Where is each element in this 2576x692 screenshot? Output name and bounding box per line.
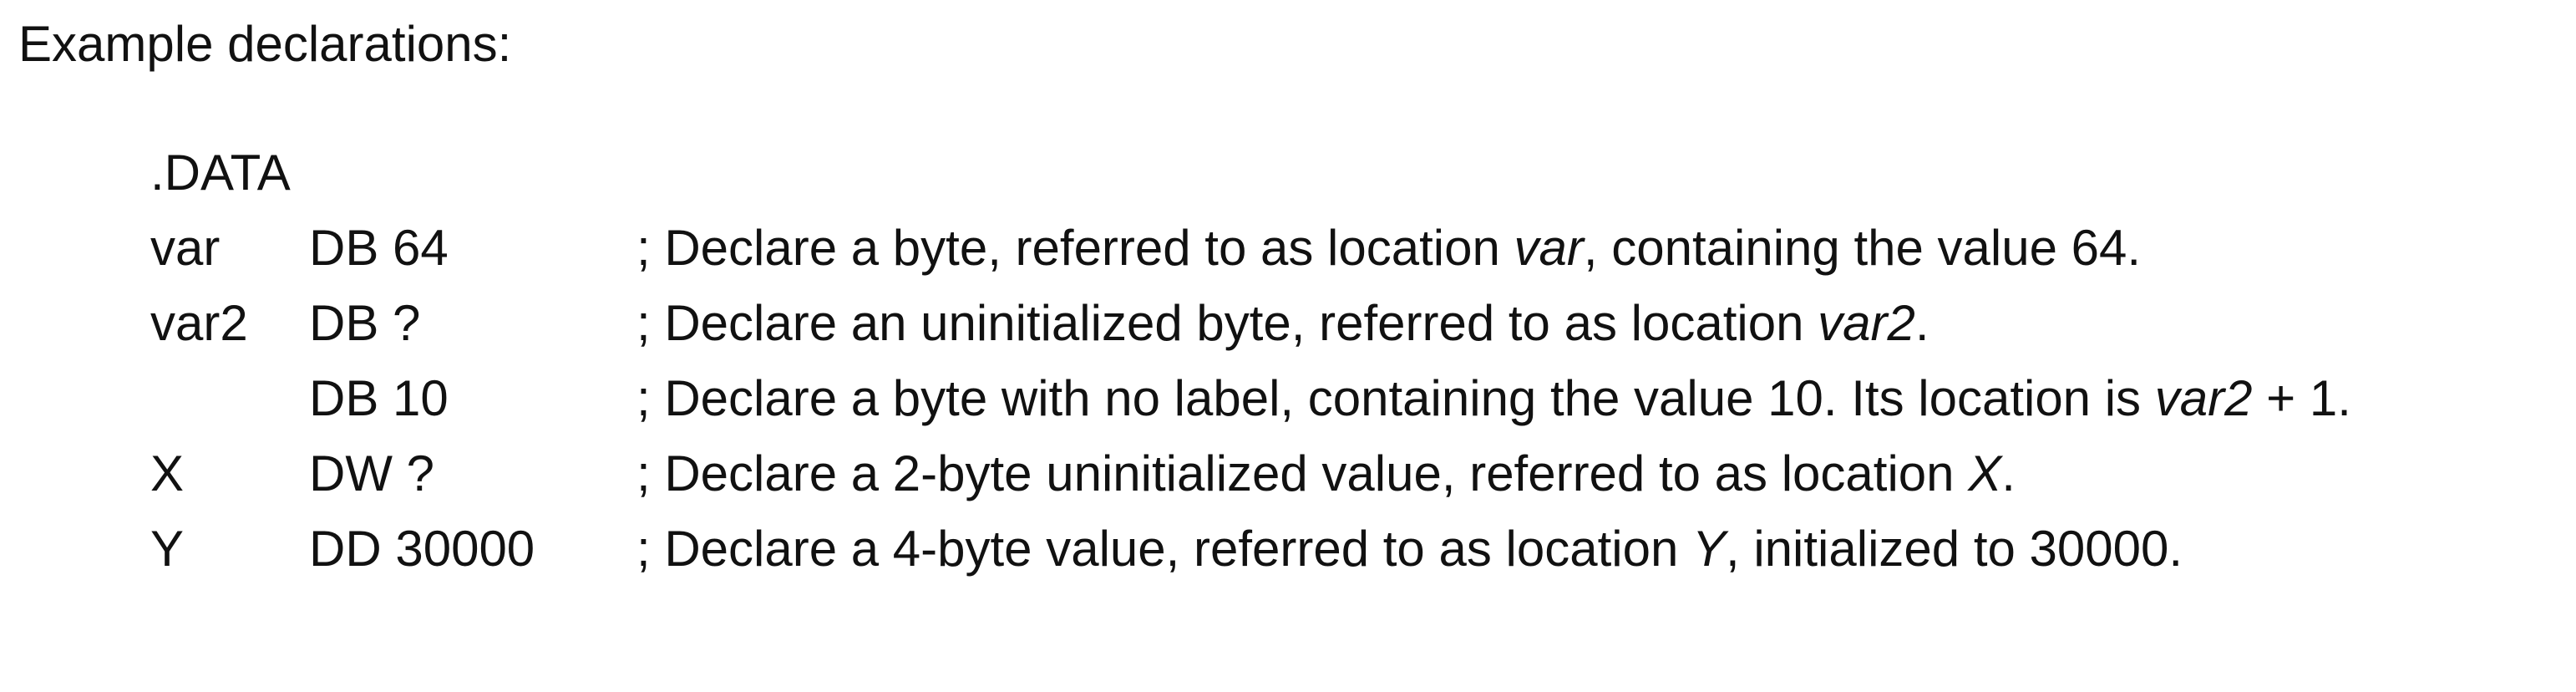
declaration-label: var2 bbox=[150, 295, 248, 351]
declaration-directive: DW ? bbox=[309, 445, 434, 501]
comment-text: , initialized to 30000. bbox=[1726, 521, 2183, 577]
comment-text: . bbox=[1914, 295, 1929, 351]
declaration-comment: ; Declare a 2-byte uninitialized value, … bbox=[636, 436, 2523, 511]
declarations-table: var DB 64 ; Declare a byte, referred to … bbox=[150, 211, 2523, 587]
comment-text: ; Declare a byte with no label, containi… bbox=[636, 370, 2155, 426]
section-heading: Example declarations: bbox=[18, 16, 512, 72]
comment-text: ; Declare a byte, referred to as locatio… bbox=[636, 220, 1514, 276]
declaration-directive: DB 10 bbox=[309, 370, 449, 426]
comment-text: ; Declare an uninitialized byte, referre… bbox=[636, 295, 1818, 351]
comment-emphasis: var2 bbox=[1818, 295, 1915, 351]
declaration-label: X bbox=[150, 445, 185, 501]
comment-text: ; Declare a 4-byte value, referred to as… bbox=[636, 521, 1692, 577]
comment-emphasis: var bbox=[1514, 220, 1584, 276]
declaration-comment: ; Declare a byte with no label, containi… bbox=[636, 361, 2523, 436]
declaration-row: var DB 64 ; Declare a byte, referred to … bbox=[150, 211, 2523, 286]
declaration-directive: DB ? bbox=[309, 295, 421, 351]
data-directive: .DATA bbox=[150, 145, 291, 201]
declaration-row: DB 10 ; Declare a byte with no label, co… bbox=[150, 361, 2523, 436]
comment-emphasis: var2 bbox=[2154, 370, 2253, 426]
comment-emphasis: Y bbox=[1691, 521, 1727, 577]
declaration-row: X DW ? ; Declare a 2-byte uninitialized … bbox=[150, 436, 2523, 511]
comment-text: ; Declare a 2-byte uninitialized value, … bbox=[636, 445, 1969, 501]
comment-text: + 1. bbox=[2252, 370, 2351, 426]
comment-text: . bbox=[2001, 445, 2016, 501]
comment-emphasis: X bbox=[1968, 445, 2002, 501]
declaration-comment: ; Declare a 4-byte value, referred to as… bbox=[636, 511, 2523, 587]
declaration-label: Y bbox=[150, 521, 185, 577]
declaration-directive: DD 30000 bbox=[309, 521, 535, 577]
declaration-comment: ; Declare a byte, referred to as locatio… bbox=[636, 211, 2523, 286]
declaration-directive: DB 64 bbox=[309, 220, 449, 276]
declaration-comment: ; Declare an uninitialized byte, referre… bbox=[636, 286, 2523, 361]
declaration-row: var2 DB ? ; Declare an uninitialized byt… bbox=[150, 286, 2523, 361]
comment-text: , containing the value 64. bbox=[1583, 220, 2142, 276]
declaration-row: Y DD 30000 ; Declare a 4-byte value, ref… bbox=[150, 511, 2523, 587]
declaration-label: var bbox=[150, 220, 221, 276]
